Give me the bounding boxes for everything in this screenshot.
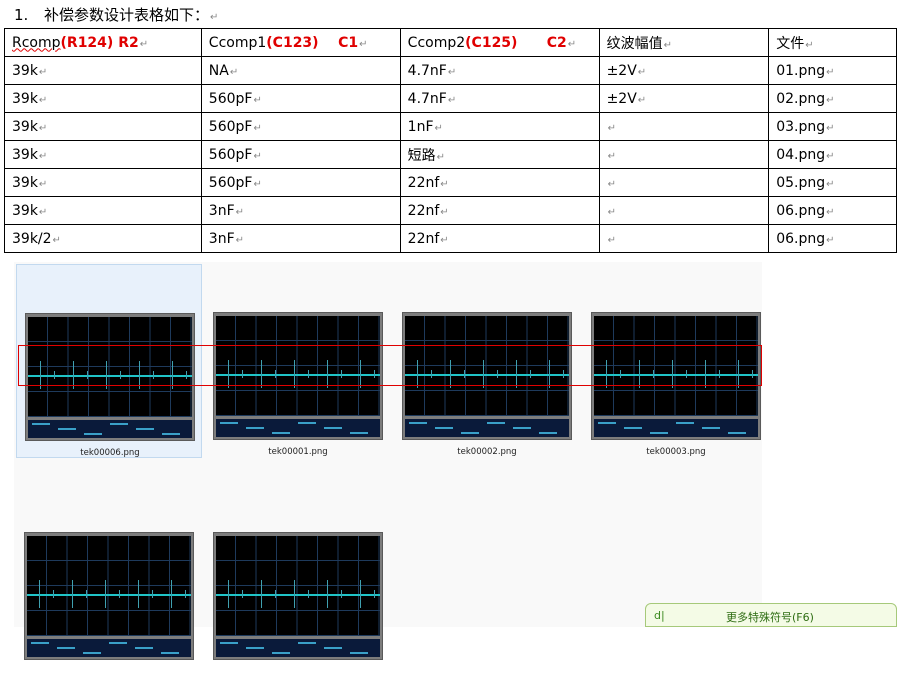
ime-icon: d| [654,609,665,622]
file-name: tek00002.png [457,447,517,457]
heading-text: 补偿参数设计表格如下： [44,6,210,24]
file-thumbnail[interactable] [205,484,391,678]
cell-ccomp2[interactable]: 4.7nF↵ [399,84,600,113]
paragraph-mark: ↵ [210,12,219,23]
cell-ccomp1[interactable]: 3nF↵ [200,196,401,225]
cell-ccomp2[interactable]: 4.7nF↵ [399,56,600,85]
cell-ripple[interactable]: ±2V↵ [598,84,770,113]
section-heading: 1. 补偿参数设计表格如下：↵ [14,4,218,25]
cell-file[interactable]: 03.png↵ [768,112,897,141]
header-ccomp1[interactable]: Ccomp1(C123) C1↵ [200,28,401,57]
table-row: 39k↵ 560pF↵ 22nf↵ ↵ 05.png↵ [4,168,897,197]
cell-rcomp[interactable]: 39k/2↵ [4,224,202,253]
ime-candidate-bar[interactable]: d| 更多特殊符号(F6) [645,603,897,627]
header-rcomp[interactable]: Rcomp(R124) R2↵ [4,28,202,57]
cell-rcomp[interactable]: 39k↵ [4,56,202,85]
file-name: tek00001.png [268,447,328,457]
cell-ripple[interactable]: ↵ [598,196,770,225]
cell-rcomp[interactable]: 39k↵ [4,112,202,141]
table-header-row: Rcomp(R124) R2↵ Ccomp1(C123) C1↵ Ccomp2(… [4,28,897,57]
cell-ccomp1[interactable]: 560pF↵ [200,168,401,197]
compensation-table: Rcomp(R124) R2↵ Ccomp1(C123) C1↵ Ccomp2(… [4,28,897,253]
cell-ccomp2[interactable]: 22nf↵ [399,168,600,197]
file-name: tek00003.png [646,447,706,457]
table-row: 39k/2↵ 3nF↵ 22nf↵ ↵ 06.png↵ [4,224,897,253]
cell-ccomp2[interactable]: 短路↵ [399,140,600,169]
ime-more-symbols[interactable]: 更多特殊符号(F6) [726,609,814,625]
oscilloscope-image [213,532,383,660]
table-row: 39k↵ 560pF↵ 1nF↵ ↵ 03.png↵ [4,112,897,141]
heading-number: 1. [14,6,29,24]
header-ripple[interactable]: 纹波幅值↵ [598,28,770,57]
cell-ripple[interactable]: ±2V↵ [598,56,770,85]
oscilloscope-image [24,532,194,660]
table-row: 39k↵ 560pF↵ 短路↵ ↵ 04.png↵ [4,140,897,169]
cell-file[interactable]: 06.png↵ [768,224,897,253]
cell-ripple[interactable]: ↵ [598,168,770,197]
header-file[interactable]: 文件↵ [768,28,897,57]
cell-ccomp2[interactable]: 22nf↵ [399,224,600,253]
header-ccomp2[interactable]: Ccomp2(C125) C2↵ [399,28,600,57]
cell-file[interactable]: 01.png↵ [768,56,897,85]
table-row: 39k↵ NA↵ 4.7nF↵ ±2V↵ 01.png↵ [4,56,897,85]
cell-rcomp[interactable]: 39k↵ [4,140,202,169]
cell-rcomp[interactable]: 39k↵ [4,84,202,113]
cell-ripple[interactable]: ↵ [598,112,770,141]
cell-ccomp1[interactable]: NA↵ [200,56,401,85]
cell-ccomp2[interactable]: 1nF↵ [399,112,600,141]
cell-ripple[interactable]: ↵ [598,224,770,253]
highlight-rectangle [18,345,762,386]
file-thumbnail[interactable] [16,484,202,678]
cell-file[interactable]: 02.png↵ [768,84,897,113]
cell-rcomp[interactable]: 39k↵ [4,196,202,225]
cell-ccomp1[interactable]: 560pF↵ [200,140,401,169]
cell-ccomp1[interactable]: 560pF↵ [200,84,401,113]
file-explorer-view: tek00006.png tek00001.png tek00002.png tek0… [14,262,762,660]
table-row: 39k↵ 3nF↵ 22nf↵ ↵ 06.png↵ [4,196,897,225]
cell-ccomp1[interactable]: 3nF↵ [200,224,401,253]
cell-ccomp2[interactable]: 22nf↵ [399,196,600,225]
cell-ccomp1[interactable]: 560pF↵ [200,112,401,141]
file-name: tek00006.png [80,448,140,458]
cell-rcomp[interactable]: 39k↵ [4,168,202,197]
cell-ripple[interactable]: ↵ [598,140,770,169]
table-row: 39k↵ 560pF↵ 4.7nF↵ ±2V↵ 02.png↵ [4,84,897,113]
cell-file[interactable]: 06.png↵ [768,196,897,225]
cell-file[interactable]: 05.png↵ [768,168,897,197]
cell-file[interactable]: 04.png↵ [768,140,897,169]
